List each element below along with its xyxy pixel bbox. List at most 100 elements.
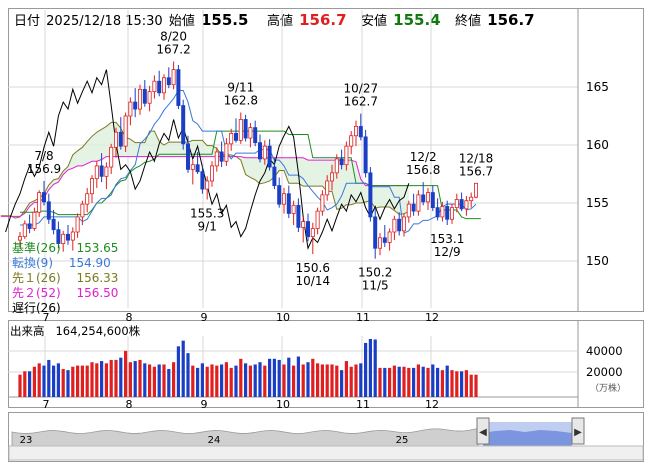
legend-value: 156.33: [72, 271, 119, 285]
navigator-scroll-track[interactable]: [8, 445, 644, 461]
candle-body: [171, 69, 176, 86]
volume-bar: [124, 350, 128, 397]
volume-bar: [388, 367, 392, 397]
candle-body: [224, 143, 229, 162]
candle-body: [94, 165, 99, 180]
volume-bar: [440, 370, 444, 397]
volume-bar: [143, 363, 147, 397]
volume-bar: [162, 364, 166, 397]
navigator-content[interactable]: ◀ ▶ 23 24 25: [8, 417, 644, 461]
volume-bar: [464, 370, 468, 397]
vol-month-label: 11: [356, 398, 370, 411]
chart-svg[interactable]: 8/20167.2 9/11162.8 10/27162.7 7/8156.9 12/2…: [0, 0, 653, 470]
volume-bar: [292, 365, 296, 397]
candle-body: [209, 165, 214, 182]
x-month-label: 11: [356, 311, 370, 324]
volume-title: 出来高 164,254,600株: [10, 323, 140, 339]
volume-bar: [215, 365, 219, 397]
candle-body: [277, 185, 282, 205]
candle-body: [166, 77, 171, 86]
volume-bar: [397, 366, 401, 397]
annotation-price: 150.6: [296, 261, 330, 275]
candle-body: [435, 207, 440, 218]
volume-bar: [426, 367, 430, 397]
volume-bar: [172, 362, 176, 397]
volume-bar: [383, 367, 387, 397]
candle-body: [401, 216, 406, 232]
vol-month-label: 12: [425, 398, 439, 411]
annotation-price: 156.7: [459, 164, 493, 178]
volume-bar: [421, 366, 425, 397]
y-tick-label: 150: [586, 254, 609, 268]
candle-body: [387, 231, 392, 243]
volume-bar: [239, 358, 243, 397]
volume-bar: [52, 365, 56, 397]
vol-month-label: 9: [201, 398, 208, 411]
annotation-price: 162.7: [344, 95, 378, 109]
candle-body: [469, 196, 474, 202]
candle-body: [219, 151, 224, 162]
candle-body: [315, 210, 320, 229]
volume-bar: [344, 361, 348, 397]
candle-body: [286, 193, 291, 214]
vol-tick-label: 20000: [586, 365, 623, 379]
volume-bar: [229, 367, 233, 397]
volume-bar: [431, 364, 435, 397]
volume-bar: [335, 365, 339, 397]
annotation-price: 150.2: [358, 266, 392, 280]
candle-body: [229, 132, 234, 145]
volume-bar: [128, 362, 132, 397]
volume-bar: [76, 365, 80, 397]
candle-body: [200, 171, 205, 190]
candle-body: [51, 218, 56, 231]
vol-tick-label: 40000: [586, 344, 623, 358]
volume-bar: [272, 358, 276, 397]
volume-bar: [47, 359, 51, 397]
volume-value: 164,254,600株: [55, 324, 141, 338]
cloud-fill: [0, 122, 409, 219]
volume-bars: 40000 20000 （万株）: [18, 339, 626, 397]
candle-body: [363, 136, 368, 174]
volume-bar: [316, 363, 320, 397]
candle-body: [90, 178, 95, 195]
candle-body: [392, 218, 397, 233]
annotation-date: 9/11: [227, 81, 254, 95]
annotation-date: 10/27: [344, 82, 379, 96]
volume-bar: [469, 374, 473, 397]
navigator-selected-series: [483, 430, 572, 447]
volume-bar: [373, 339, 377, 397]
volume-bar: [253, 364, 257, 397]
volume-bar: [364, 342, 368, 397]
legend-entry: 遅行(26): [12, 299, 73, 316]
candle-body: [349, 135, 354, 147]
volume-bar: [181, 340, 185, 397]
legend-value: 153.65: [72, 241, 119, 255]
volume-bar: [210, 364, 214, 397]
x-month-label: 10: [276, 311, 290, 324]
candle-body: [358, 126, 363, 138]
candle-body: [99, 165, 104, 177]
volume-bar: [330, 364, 334, 397]
candle-body: [296, 204, 301, 228]
volume-bar: [407, 367, 411, 397]
volume-bar: [148, 364, 152, 397]
candle-body: [421, 194, 426, 203]
candle-body: [137, 88, 142, 110]
legend-label: 遅行(26): [12, 301, 61, 315]
candle-body: [80, 203, 85, 218]
volume-bar: [234, 365, 238, 397]
candle-body: [272, 166, 277, 186]
volume-bar: [368, 339, 372, 397]
candle-body: [195, 164, 200, 173]
candle-body: [181, 105, 186, 145]
candle-body: [185, 143, 190, 170]
legend-label: 先２(52): [12, 286, 61, 300]
volume-bar: [28, 371, 32, 397]
volume-bar: [340, 370, 344, 397]
candle-body: [353, 126, 358, 137]
volume-bar: [157, 364, 161, 397]
volume-bar: [455, 371, 459, 397]
volume-bar: [191, 365, 195, 397]
candle-body: [377, 237, 382, 249]
candle-body: [157, 80, 162, 94]
